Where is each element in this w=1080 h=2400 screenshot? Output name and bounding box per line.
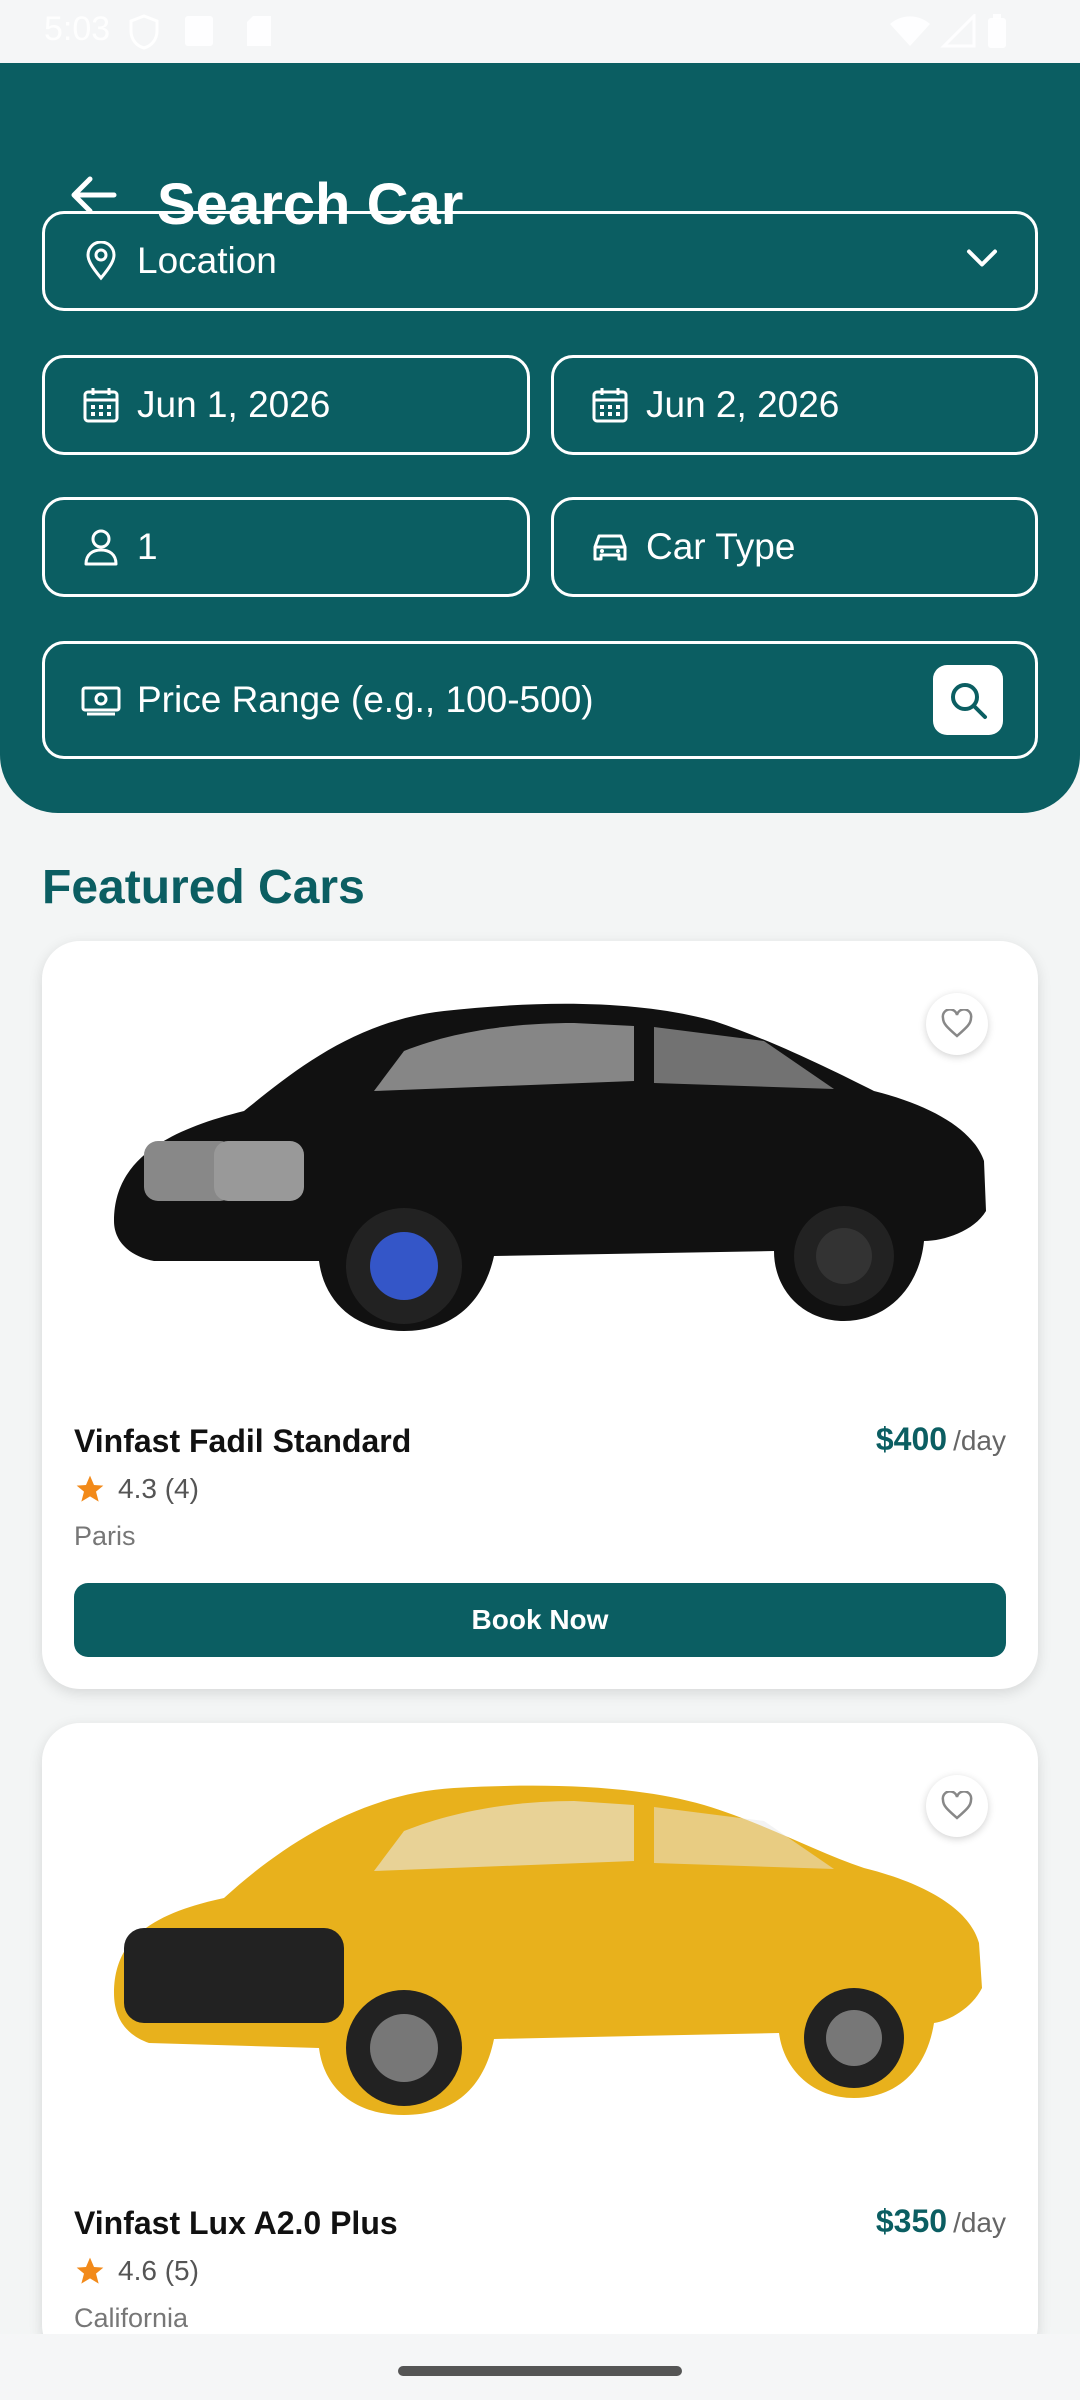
sim-status-icon — [247, 16, 271, 46]
price-unit: /day — [953, 1425, 1006, 1456]
status-time: 5:03 — [44, 10, 111, 48]
calendar-icon — [81, 385, 121, 425]
location-pin-icon — [81, 241, 121, 281]
passengers-value: 1 — [137, 526, 158, 567]
car-location: Paris — [74, 1521, 136, 1551]
person-icon — [81, 527, 121, 567]
account-status-icon — [185, 16, 213, 46]
car-type-field[interactable]: Car Type — [551, 497, 1038, 597]
car-icon — [590, 527, 630, 567]
heart-icon — [941, 1791, 973, 1820]
car-card[interactable]: Vinfast Fadil Standard $400/day 4.3 (4) … — [42, 941, 1038, 1689]
star-icon — [76, 1475, 104, 1502]
return-date-field[interactable]: Jun 2, 2026 — [551, 355, 1038, 455]
car-location: California — [74, 2303, 189, 2333]
battery-icon — [988, 14, 1006, 48]
passengers-field[interactable]: 1 — [42, 497, 530, 597]
heart-icon — [941, 1009, 973, 1038]
car-type-label: Car Type — [646, 526, 796, 567]
car-name: Vinfast Fadil Standard — [74, 1423, 412, 1459]
car-price: $400/day — [876, 1421, 1006, 1458]
arrow-left-icon — [71, 176, 117, 214]
search-icon — [951, 683, 987, 719]
price-value: $400 — [875, 1421, 948, 1457]
car-card[interactable]: Vinfast Lux A2.0 Plus $350/day 4.6 (5) C… — [42, 1723, 1038, 2363]
car-price: $350/day — [876, 2203, 1006, 2240]
pickup-date-field[interactable]: Jun 1, 2026 — [42, 355, 530, 455]
book-now-button[interactable]: Book Now — [74, 1583, 1006, 1657]
home-indicator[interactable] — [398, 2366, 682, 2376]
car-name: Vinfast Lux A2.0 Plus — [74, 2205, 398, 2241]
favorite-button[interactable] — [926, 993, 988, 1055]
shield-status-icon — [129, 14, 159, 50]
location-label: Location — [137, 240, 277, 281]
price-value: $350 — [875, 2203, 948, 2239]
search-button[interactable] — [933, 665, 1003, 735]
pickup-date-value: Jun 1, 2026 — [137, 384, 331, 425]
price-unit: /day — [953, 2207, 1006, 2238]
car-rating: 4.3 (4) — [74, 1473, 199, 1505]
money-icon — [81, 680, 121, 720]
favorite-button[interactable] — [926, 1775, 988, 1837]
wifi-icon — [890, 16, 930, 46]
featured-cars-title: Featured Cars — [42, 861, 365, 914]
car-image — [114, 1785, 982, 2115]
chevron-down-icon — [965, 248, 999, 275]
signal-icon — [940, 14, 976, 48]
search-header: Search Car Location Jun 1, 2026 Jun 2, 2… — [0, 63, 1080, 813]
rating-value: 4.3 (4) — [118, 1473, 199, 1504]
status-bar: 5:03 — [0, 0, 1080, 64]
star-icon — [76, 2257, 104, 2284]
return-date-value: Jun 2, 2026 — [646, 384, 840, 425]
car-image — [114, 1003, 986, 1331]
price-range-label: Price Range (e.g., 100-500) — [137, 679, 594, 720]
car-rating: 4.6 (5) — [74, 2255, 199, 2287]
location-dropdown[interactable]: Location — [42, 211, 1038, 311]
calendar-icon — [590, 385, 630, 425]
price-range-field[interactable]: Price Range (e.g., 100-500) — [42, 641, 1038, 759]
rating-value: 4.6 (5) — [118, 2255, 199, 2286]
